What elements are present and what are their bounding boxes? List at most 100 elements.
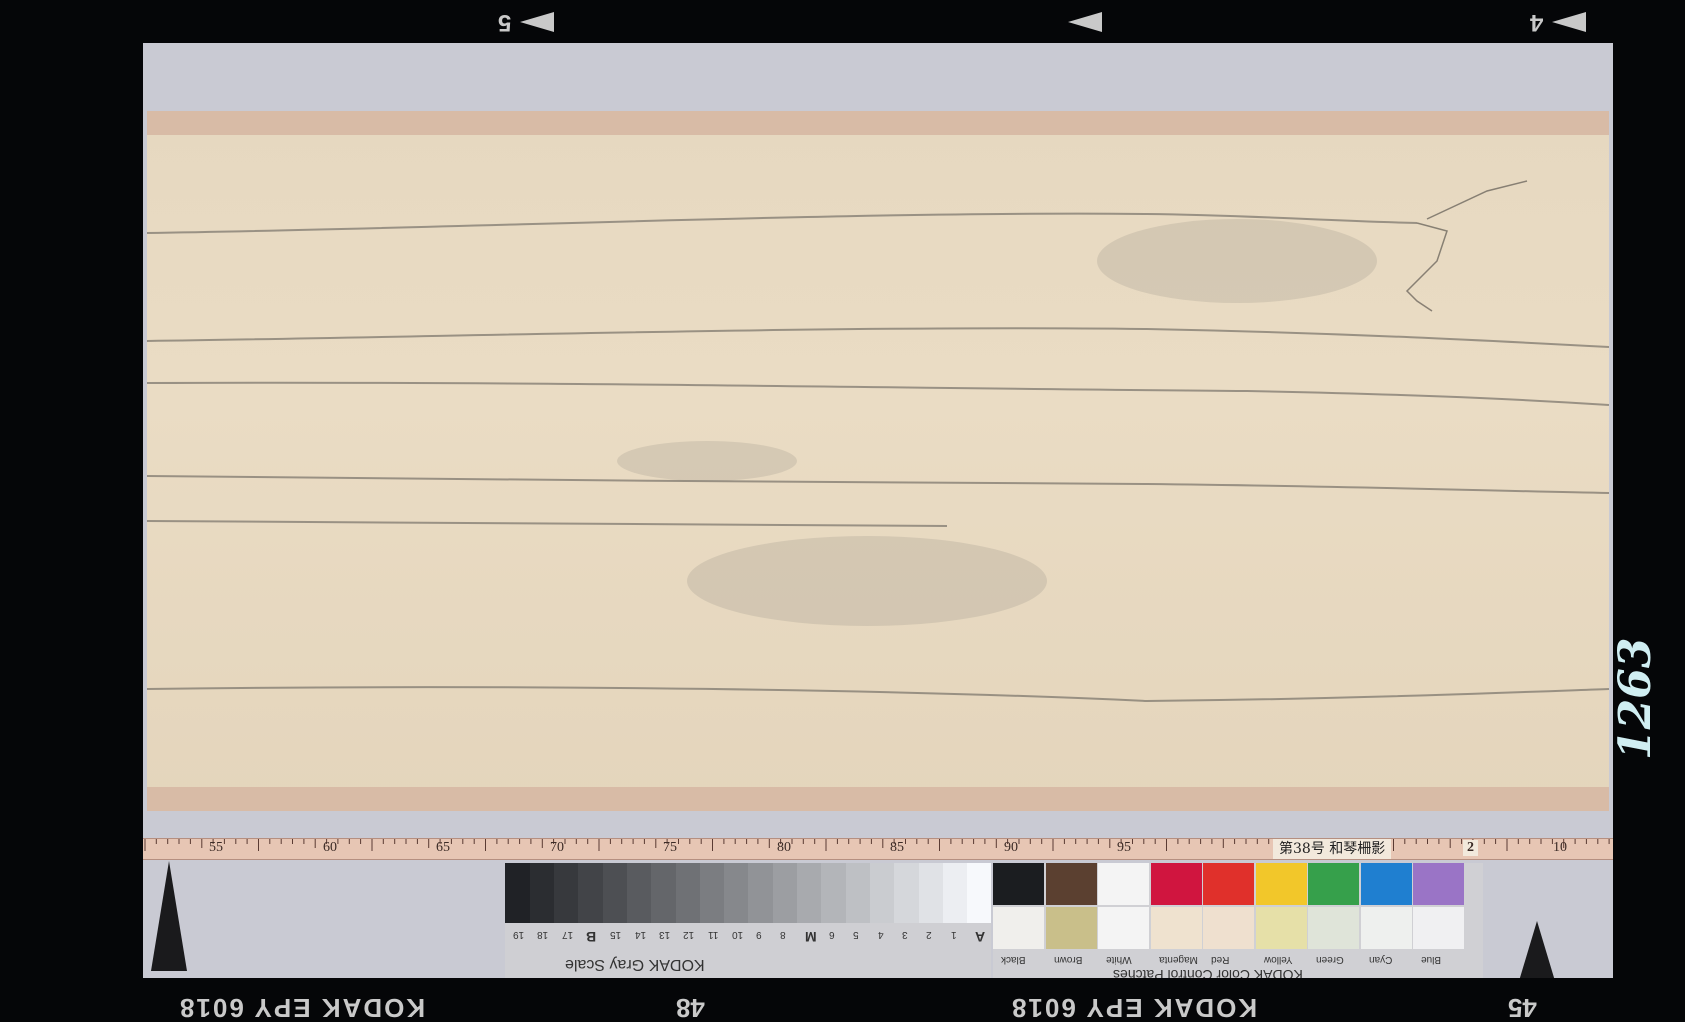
gray-step [966, 863, 992, 923]
gray-step-label: 13 [658, 929, 671, 940]
gray-step [893, 863, 919, 923]
gray-step [942, 863, 968, 923]
ruler-number: 10 [1553, 840, 1567, 855]
scanned-photo: 55 60 65 70 75 80 85 90 95 第38号 和琴柵影 2 1… [143, 43, 1613, 978]
gray-step-label: 3 [901, 929, 908, 940]
gray-step-label: B [586, 929, 597, 945]
gray-step [505, 863, 530, 923]
ruler-number: 70 [550, 840, 564, 855]
color-patch-top [1098, 863, 1149, 905]
gray-step-label: 8 [780, 929, 786, 940]
gray-step-label: 5 [853, 929, 859, 940]
color-patch-bottom [1203, 907, 1254, 949]
gray-step-label: 4 [877, 929, 884, 940]
gray-step-label: 6 [829, 929, 835, 940]
film-edge-text: KODAK EPY 6018 [178, 993, 426, 1022]
color-patch-label: Black [1001, 954, 1026, 965]
gray-step [675, 863, 700, 923]
color-patch-bottom [1098, 907, 1149, 949]
gray-step-label: 14 [634, 929, 646, 940]
ruler-number: 65 [436, 840, 450, 855]
ruler-number: 95 [1117, 840, 1131, 855]
gray-step-label: 18 [537, 929, 549, 940]
arrow-left-icon [520, 12, 554, 32]
gray-step-label: 19 [513, 929, 525, 940]
ruler-number: 55 [209, 840, 223, 855]
color-patch-bottom [993, 907, 1044, 949]
gray-step [820, 863, 846, 923]
color-patch-top [1360, 863, 1412, 905]
ruler-number: 85 [890, 840, 904, 855]
color-patch-top [1045, 863, 1097, 905]
gray-step [748, 863, 773, 923]
gray-step [845, 863, 870, 923]
gray-step-label: 15 [610, 929, 622, 940]
color-patch-bottom [1413, 907, 1464, 949]
gray-step [577, 863, 603, 923]
gray-step [529, 863, 555, 923]
gray-step-label: 9 [756, 929, 762, 940]
gray-step [626, 863, 652, 923]
gray-step [796, 863, 822, 923]
gray-step [602, 863, 627, 923]
catalog-label: 第38号 和琴柵影 [1273, 839, 1392, 859]
gray-step-label: M [804, 929, 817, 945]
kodak-color-control-card: Black Brown White Magenta Red Yellow Green Cyan… [993, 863, 1483, 978]
ruler-number: 90 [1004, 840, 1018, 855]
color-patch-label: Blue [1421, 954, 1442, 965]
gray-step-label: A [974, 929, 985, 945]
color-patch-bottom [1308, 907, 1359, 949]
color-patch-top [1203, 863, 1254, 905]
color-patch-top [1308, 863, 1359, 905]
color-patch-bottom [1255, 907, 1307, 949]
film-frame: 5 4 55 60 65 70 75 80 85 90 95 第38号 和琴柵影… [0, 0, 1685, 1022]
color-patch-label: Magenta [1158, 954, 1198, 965]
color-patch-top [1255, 863, 1307, 905]
color-patch-label: Green [1316, 954, 1344, 965]
color-patch-label: Brown [1053, 954, 1082, 965]
color-patch-bottom [1045, 907, 1097, 949]
gray-step [699, 863, 725, 923]
gray-step [553, 863, 579, 923]
ruler-number: 80 [777, 840, 791, 855]
film-edge-frame-48: 48 [676, 993, 705, 1022]
ruler-number: 60 [323, 840, 337, 855]
gray-step-label: 2 [926, 929, 932, 940]
color-patch-bottom [1150, 907, 1202, 949]
gray-step-label: 11 [707, 929, 718, 940]
color-patch-bottom [1360, 907, 1412, 949]
pin-left [151, 861, 187, 971]
frame-number-4: 4 [1530, 9, 1544, 36]
ruler-number: 75 [663, 840, 677, 855]
color-patch-label: Cyan [1368, 954, 1392, 965]
arrow-left-icon [1068, 12, 1102, 32]
gray-step [869, 863, 895, 923]
film-edge-text: KODAK EPY 6018 [1010, 993, 1258, 1022]
frame-number-5: 5 [498, 9, 512, 36]
gray-step-label: 1 [950, 929, 957, 940]
color-patch-label: Yellow [1263, 954, 1293, 965]
color-patch-top [1413, 863, 1464, 905]
color-patch-label: White [1106, 954, 1132, 965]
kodak-gray-scale-card: A 1 2 3 4 5 6 M 8 9 10 11 12 13 14 15 B 17 18 19 KODAK Gray… [505, 863, 992, 978]
ruler-number: 2 [1463, 840, 1478, 856]
film-edge-frame-45: 45 [1508, 993, 1537, 1022]
gray-step-label: 10 [731, 929, 743, 940]
measurement-ruler: 55 60 65 70 75 80 85 90 95 第38号 和琴柵影 2 1… [143, 838, 1613, 860]
color-card-title: KODAK Color Control Patches [1113, 967, 1303, 978]
gray-step-label: 17 [561, 929, 573, 940]
ruler-ticks [144, 839, 1610, 851]
gray-scale-title: KODAK Gray Scale [565, 956, 705, 973]
gray-step [918, 863, 943, 923]
gray-step [772, 863, 798, 923]
gray-step [650, 863, 676, 923]
gray-step-label: 12 [683, 929, 695, 940]
color-patch-top [1150, 863, 1202, 905]
arrow-left-icon [1552, 12, 1586, 32]
handscroll [147, 111, 1609, 811]
ink-wash-strokes [147, 180, 1609, 703]
color-patch-top [993, 863, 1044, 905]
pin-right [1519, 921, 1555, 978]
handwritten-mark: 1263 [1610, 637, 1661, 760]
color-patch-label: Red [1211, 954, 1230, 965]
